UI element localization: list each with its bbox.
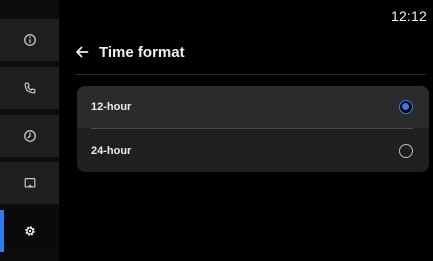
- arrow-left-icon: [76, 46, 89, 58]
- status-bar-time: 12:12: [390, 8, 427, 24]
- time-format-options: 12-hour 24-hour: [77, 86, 429, 172]
- sidebar-rail: [0, 0, 59, 261]
- phone-icon: [24, 82, 35, 94]
- sidebar-item-screen-cast[interactable]: [0, 162, 59, 204]
- info-icon: [23, 34, 36, 46]
- sidebar-item-settings[interactable]: [0, 210, 59, 252]
- radio-unselected[interactable]: [399, 144, 413, 158]
- option-label: 12-hour: [91, 101, 132, 113]
- screen-cast-icon: [24, 178, 35, 188]
- back-button[interactable]: [75, 45, 89, 59]
- clock-icon: [23, 130, 36, 142]
- header-divider: [75, 74, 426, 75]
- radio-selected[interactable]: [399, 100, 413, 114]
- sidebar-item-phone[interactable]: [0, 67, 59, 109]
- sidebar-item-info[interactable]: [0, 19, 59, 61]
- gear-icon: [24, 226, 35, 236]
- option-label: 24-hour: [91, 145, 132, 157]
- sidebar-item-clock[interactable]: [0, 115, 59, 157]
- option-divider: [91, 128, 413, 129]
- page-title: Time format: [99, 43, 185, 61]
- page-header: Time format: [75, 38, 185, 66]
- option-12-hour[interactable]: 12-hour: [77, 86, 429, 128]
- option-24-hour[interactable]: 24-hour: [77, 130, 429, 172]
